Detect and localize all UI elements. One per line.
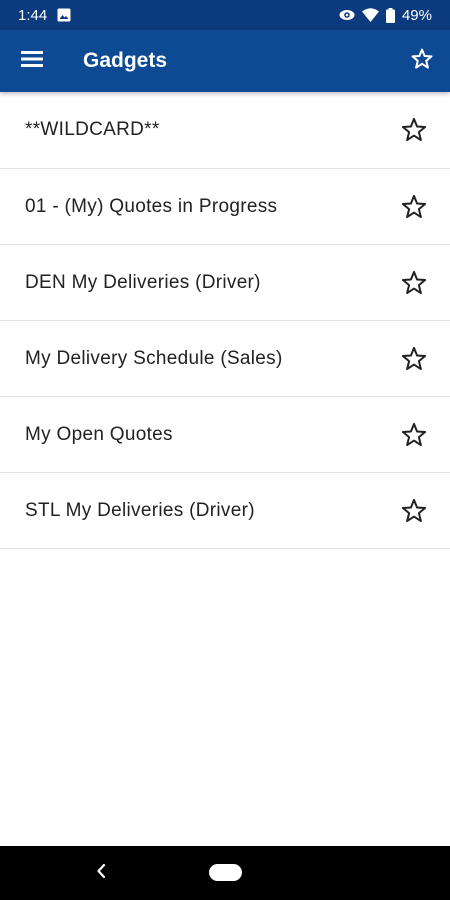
star-outline-icon[interactable]	[398, 114, 430, 146]
star-outline-icon[interactable]	[398, 419, 430, 451]
battery-icon	[385, 7, 395, 23]
status-bar: 1:44 49%	[0, 0, 450, 30]
list-item[interactable]: My Delivery Schedule (Sales)	[0, 321, 450, 397]
list-item[interactable]: DEN My Deliveries (Driver)	[0, 245, 450, 321]
list-item[interactable]: **WILDCARD**	[0, 92, 450, 169]
star-outline-icon	[410, 47, 434, 76]
menu-button[interactable]	[0, 30, 64, 92]
wifi-icon	[361, 8, 379, 22]
system-nav-bar	[0, 846, 450, 900]
status-time: 1:44	[18, 6, 48, 24]
star-outline-icon[interactable]	[398, 191, 430, 223]
list-item-label: My Delivery Schedule (Sales)	[25, 347, 283, 369]
image-notification-icon	[57, 8, 71, 22]
list-item-label: STL My Deliveries (Driver)	[25, 499, 255, 521]
star-outline-icon[interactable]	[398, 343, 430, 375]
gadget-list: **WILDCARD** 01 - (My) Quotes in Progres…	[0, 92, 450, 549]
list-item[interactable]: My Open Quotes	[0, 397, 450, 473]
page-title: Gadgets	[83, 49, 168, 72]
list-item-label: 01 - (My) Quotes in Progress	[25, 195, 278, 217]
star-outline-icon[interactable]	[398, 495, 430, 527]
status-right: 49%	[339, 7, 432, 24]
back-button[interactable]	[86, 858, 116, 888]
list-item-label: My Open Quotes	[25, 423, 173, 445]
back-icon	[96, 863, 106, 884]
list-item[interactable]: STL My Deliveries (Driver)	[0, 473, 450, 549]
home-pill-icon[interactable]	[209, 864, 242, 881]
battery-percent: 49%	[401, 6, 432, 24]
eye-comfort-icon	[339, 8, 355, 22]
star-outline-icon[interactable]	[398, 267, 430, 299]
app-bar: Gadgets	[0, 30, 450, 92]
list-item-label: **WILDCARD**	[25, 119, 160, 140]
list-item[interactable]: 01 - (My) Quotes in Progress	[0, 169, 450, 245]
menu-icon	[21, 50, 43, 73]
favorites-button[interactable]	[394, 30, 450, 92]
list-item-label: DEN My Deliveries (Driver)	[25, 271, 261, 293]
status-left: 1:44	[18, 7, 71, 24]
